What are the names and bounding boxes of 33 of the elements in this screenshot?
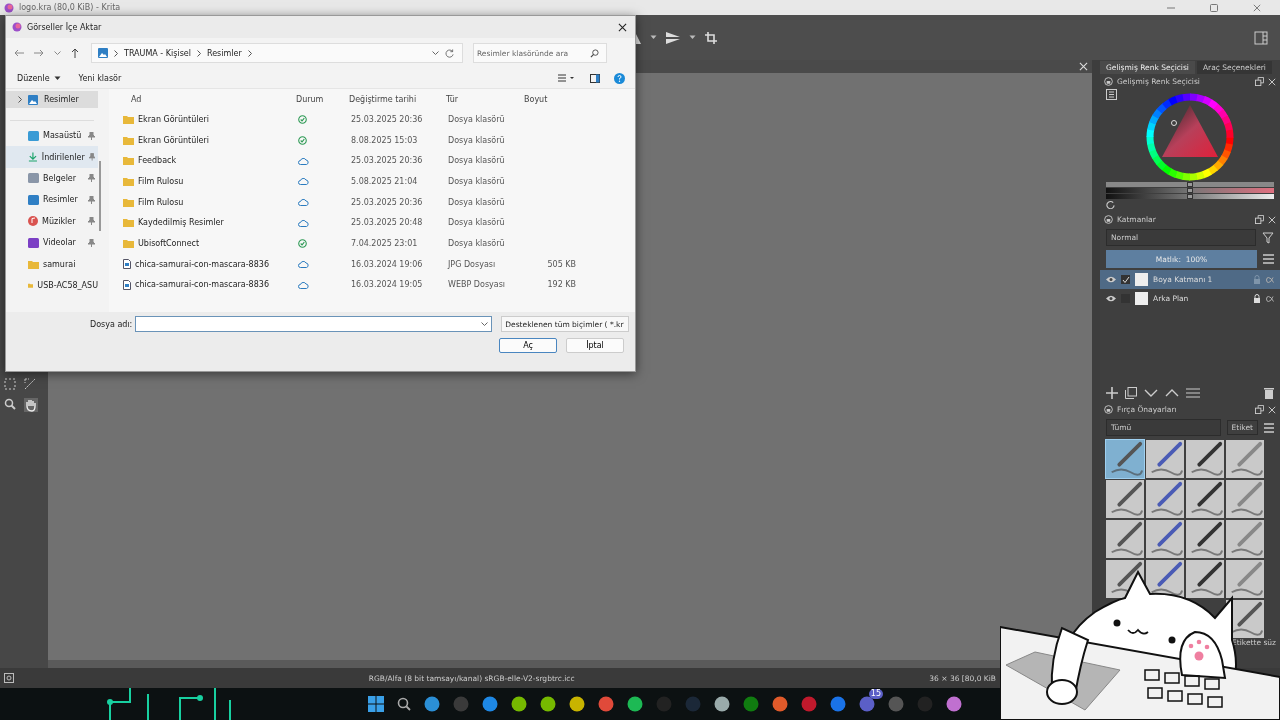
modified-date: 25.03.2025 20:36 [351,114,424,124]
dialog-title: Görseller İçe Aktar [27,22,102,32]
modified-date: 8.08.2025 15:03 [351,135,419,145]
file-name: Ekran Görüntüleri [138,114,209,124]
modified-date: 16.03.2024 19:05 [351,280,424,290]
file-name: chica-samurai-con-mascara-8836 [135,280,269,290]
file-name: Ekran Görüntüleri [138,135,209,145]
file-name: Feedback [138,156,177,166]
modified-date: 25.03.2025 20:36 [351,156,424,166]
file-name: chica-samurai-con-mascara-8836 [135,259,269,269]
file-type: Dosya klasörü [448,218,506,228]
file-size: 505 KB [547,259,576,269]
file-type: Dosya klasörü [448,238,506,248]
modified-date: 5.08.2025 21:04 [351,176,419,186]
file-type: Dosya klasörü [448,156,506,166]
window-title: logo.kra (80,0 KiB) - Krita [19,3,121,12]
modified-date: 25.03.2025 20:36 [351,197,424,207]
modified-date: 16.03.2024 19:06 [351,259,424,269]
file-type: Dosya klasörü [448,135,506,145]
file-name: Kaydedilmiş Resimler [138,218,224,228]
file-name: UbisoftConnect [138,238,200,248]
file-type: WEBP Dosyası [448,280,507,290]
file-type: Dosya klasörü [448,114,506,124]
file-type: JPG Dosyası [448,259,497,269]
file-name: Film Rulosu [138,176,184,186]
file-name: Film Rulosu [138,197,184,207]
modified-date: 25.03.2025 20:48 [351,218,424,228]
file-type: Dosya klasörü [448,176,506,186]
file-name-label: Dosya adı: [90,319,133,329]
modified-date: 7.04.2025 23:01 [351,238,419,248]
file-size: 192 KB [547,280,576,290]
file-type: Dosya klasörü [448,197,506,207]
notification-badge: 15 [868,689,883,699]
